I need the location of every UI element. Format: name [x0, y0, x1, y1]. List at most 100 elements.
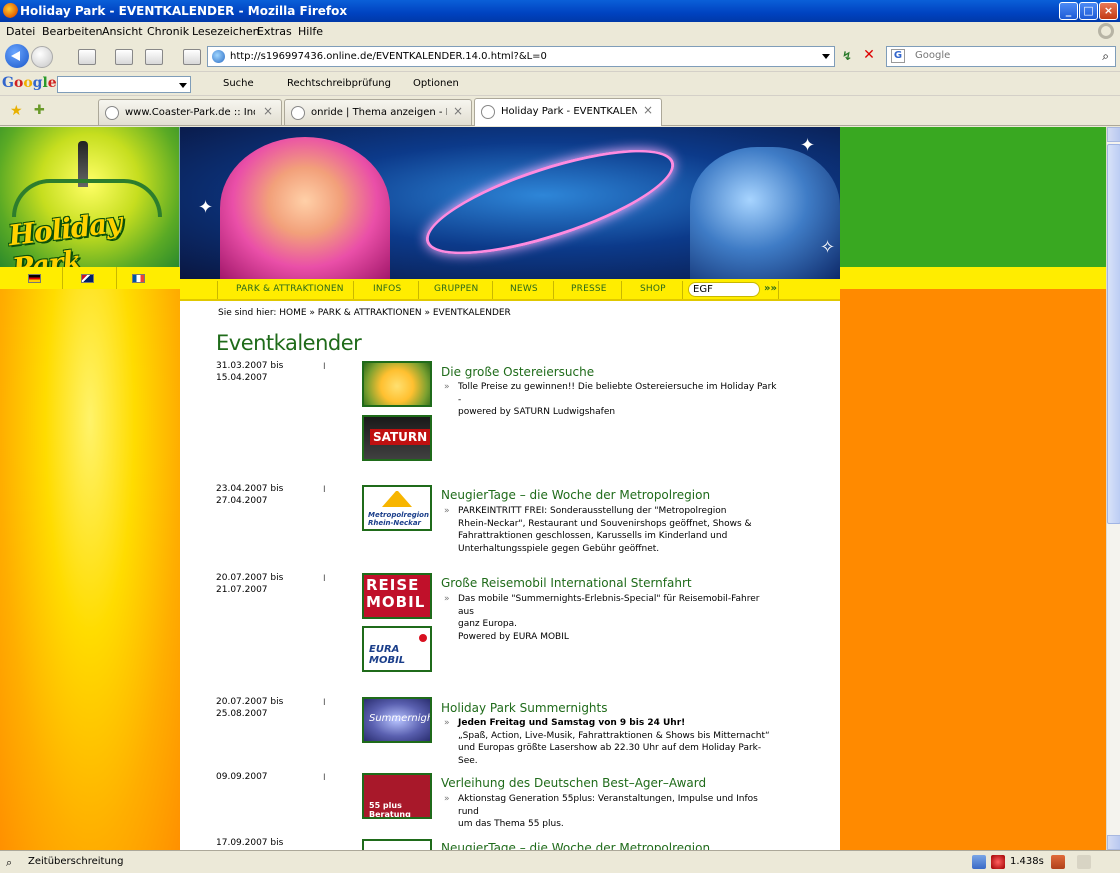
site-globe-icon — [212, 50, 225, 63]
menu-datei[interactable]: Datei — [6, 25, 35, 38]
google-search-button[interactable]: Suche — [223, 78, 254, 89]
event-description-line: Das mobile "Summernights-Erlebnis-Specia… — [458, 594, 760, 617]
vertical-scrollbar[interactable] — [1106, 127, 1120, 850]
holiday-park-logo[interactable]: Holiday Park — [0, 127, 180, 285]
tab-holiday-park[interactable]: Holiday Park - EVENTKALENDER × — [474, 98, 662, 126]
nav-news[interactable]: NEWS — [510, 284, 538, 294]
address-bar[interactable] — [207, 46, 835, 67]
url-dropdown-icon[interactable] — [822, 54, 830, 59]
scroll-down-arrow[interactable] — [1107, 835, 1120, 850]
saturn-logo[interactable]: SATURN — [362, 415, 432, 461]
add-bookmark-icon[interactable]: ✚ — [34, 103, 45, 118]
event-description-line: um das Thema 55 plus. — [458, 819, 564, 829]
menu-chronik[interactable]: Chronik — [147, 25, 189, 38]
event-title[interactable]: Holiday Park Summernights — [441, 701, 608, 715]
tab-onride[interactable]: onride | Thema anzeigen - Neu... × — [284, 99, 472, 125]
eura-mobil-mark — [419, 634, 427, 642]
header-banner-image: ✦ ✦ ✧ — [180, 127, 840, 279]
eura-mobil-logo[interactable]: EURA MOBIL — [362, 626, 432, 672]
metropolregion-logo[interactable]: Metropolregion Rhein-Neckar — [362, 485, 432, 531]
event-title[interactable]: Die große Ostereiersuche — [441, 365, 594, 379]
nav-gruppen[interactable]: GRUPPEN — [434, 284, 479, 294]
banner-star-icon: ✧ — [820, 237, 836, 258]
metropolregion-logo[interactable] — [362, 839, 432, 850]
nav-separator — [778, 281, 779, 299]
flag-french-icon[interactable] — [132, 274, 145, 283]
search-icon[interactable]: ⌕ — [1102, 49, 1109, 64]
reisemobil-logo[interactable]: REISE MOBIL — [362, 573, 432, 619]
url-input[interactable] — [230, 49, 820, 64]
options-button[interactable]: Optionen — [413, 78, 459, 89]
tab-favicon — [105, 106, 119, 120]
save-icon[interactable] — [145, 49, 163, 65]
menu-bearbeiten[interactable]: Bearbeiten — [42, 25, 102, 38]
metropolregion-mark — [382, 491, 412, 507]
logo-text: REISE MOBIL — [366, 576, 426, 611]
easter-event-logo[interactable] — [362, 361, 432, 407]
event-date: 20.07.2007 bis 25.08.2007 — [216, 696, 316, 720]
tab-bar: ★ ✚ www.Coaster-Park.de :: Index × onrid… — [0, 97, 1120, 126]
summernights-logo[interactable]: Summernights — [362, 697, 432, 743]
flag-german-icon[interactable] — [28, 274, 41, 283]
nav-presse[interactable]: PRESSE — [571, 284, 607, 294]
flag-separator — [62, 267, 63, 289]
zoom-icon[interactable] — [1077, 855, 1091, 869]
menu-ansicht[interactable]: Ansicht — [102, 25, 143, 38]
55plus-beratung-logo[interactable]: 55 plus Beratung — [362, 773, 432, 819]
tab-coaster-park[interactable]: www.Coaster-Park.de :: Index × — [98, 99, 282, 125]
go-icon[interactable]: ↯ — [838, 49, 856, 65]
flag-separator — [116, 267, 117, 289]
stop-icon[interactable]: ✕ — [860, 47, 878, 65]
event-description-line: Unterhaltungsspiele gegen Gebühr geöffne… — [458, 543, 660, 554]
event-date-from: 17.09.2007 bis — [216, 838, 284, 848]
event-description: » Jeden Freitag und Samstag von 9 bis 24… — [444, 717, 778, 767]
home-icon[interactable] — [78, 49, 96, 65]
menu-extras[interactable]: Extras — [257, 25, 292, 38]
addon-icon[interactable] — [972, 855, 986, 869]
tab-close-icon[interactable]: × — [643, 103, 653, 117]
print-icon[interactable] — [115, 49, 133, 65]
menu-lesezeichen[interactable]: Lesezeichen — [192, 25, 260, 38]
new-tab-icon[interactable] — [183, 49, 201, 65]
minimize-button[interactable]: _ — [1059, 2, 1078, 20]
nav-park-attraktionen[interactable]: PARK & ATTRAKTIONEN — [236, 284, 344, 294]
google-search-input[interactable] — [57, 76, 191, 93]
close-button[interactable]: × — [1099, 2, 1118, 20]
nav-infos[interactable]: INFOS — [373, 284, 401, 294]
menu-hilfe[interactable]: Hilfe — [298, 25, 323, 38]
tab-close-icon[interactable]: × — [263, 104, 273, 118]
bookmark-star-icon[interactable]: ★ — [10, 103, 23, 119]
google-toolbar: Google Suche Rechtschreibprüfung Optione… — [0, 72, 1120, 96]
tab-close-icon[interactable]: × — [453, 104, 463, 118]
event-title[interactable]: Verleihung des Deutschen Best–Ager–Award — [441, 776, 706, 790]
right-yellow-bar — [840, 267, 1106, 289]
navigation-toolbar: ↯ ✕ G ⌕ — [0, 41, 1120, 72]
scroll-thumb[interactable] — [1107, 144, 1120, 524]
event-title[interactable]: NeugierTage – die Woche der Metropolregi… — [441, 841, 710, 850]
site-search-input[interactable] — [688, 282, 760, 297]
spellcheck-button[interactable]: Rechtschreibprüfung — [287, 78, 391, 89]
event-title[interactable]: NeugierTage – die Woche der Metropolregi… — [441, 488, 710, 502]
event-description-line: ganz Europa. — [458, 619, 518, 629]
logo-text: EURA MOBIL — [369, 644, 406, 666]
banner-singer — [690, 147, 840, 279]
maximize-button[interactable]: □ — [1079, 2, 1098, 20]
back-button[interactable] — [5, 44, 29, 68]
search-engine-icon[interactable]: G — [891, 49, 905, 63]
scroll-up-arrow[interactable] — [1107, 127, 1120, 142]
event-title[interactable]: Große Reisemobil International Sternfahr… — [441, 576, 692, 590]
event-date-to: 27.04.2007 — [216, 496, 268, 506]
feed-icon[interactable] — [1051, 855, 1065, 869]
flag-english-icon[interactable] — [81, 274, 94, 283]
security-icon[interactable] — [991, 855, 1005, 869]
window-title-bar: Holiday Park - EVENTKALENDER - Mozilla F… — [0, 0, 1120, 22]
nav-separator — [553, 281, 554, 299]
search-bar[interactable]: G ⌕ — [886, 46, 1116, 67]
nav-shop[interactable]: SHOP — [640, 284, 666, 294]
banner-star-icon: ✦ — [800, 135, 816, 156]
event-date: 20.07.2007 bis 21.07.2007 — [216, 572, 316, 596]
event-date-from: 23.04.2007 bis — [216, 484, 284, 494]
site-search-go-button[interactable]: »» — [764, 283, 777, 294]
forward-button[interactable] — [31, 46, 53, 68]
search-input[interactable] — [915, 50, 1075, 61]
